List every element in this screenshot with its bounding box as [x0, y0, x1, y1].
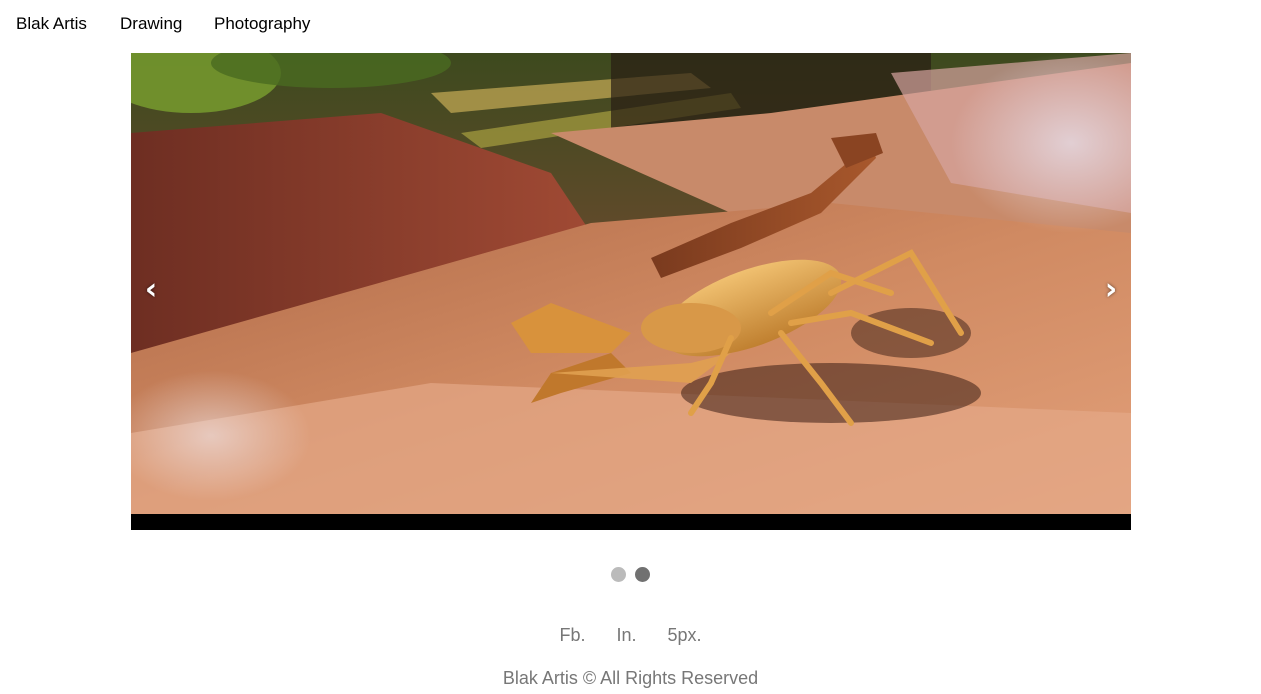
carousel-prev-button[interactable]: ‹: [131, 269, 171, 309]
nav-item-drawing[interactable]: Drawing: [120, 14, 182, 34]
carousel-next-button[interactable]: ›: [1091, 269, 1131, 309]
footer-copyright: Blak Artis © All Rights Reserved: [502, 668, 759, 688]
carousel-slide: [131, 53, 1131, 514]
500px-link[interactable]: 5px.: [668, 625, 702, 645]
carousel-indicators: [611, 567, 650, 582]
carousel-dot-2[interactable]: [635, 567, 650, 582]
carousel-caption-bar: [131, 514, 1131, 530]
scorpion-photo: [131, 53, 1131, 514]
brand-link[interactable]: Blak Artis: [16, 14, 87, 34]
social-links: Fb. In. 5px.: [0, 625, 1261, 646]
facebook-link[interactable]: Fb.: [559, 625, 585, 645]
photo-carousel: ‹ ›: [131, 53, 1131, 530]
instagram-link[interactable]: In.: [616, 625, 636, 645]
nav-item-photography[interactable]: Photography: [214, 14, 310, 34]
carousel-dot-1[interactable]: [611, 567, 626, 582]
